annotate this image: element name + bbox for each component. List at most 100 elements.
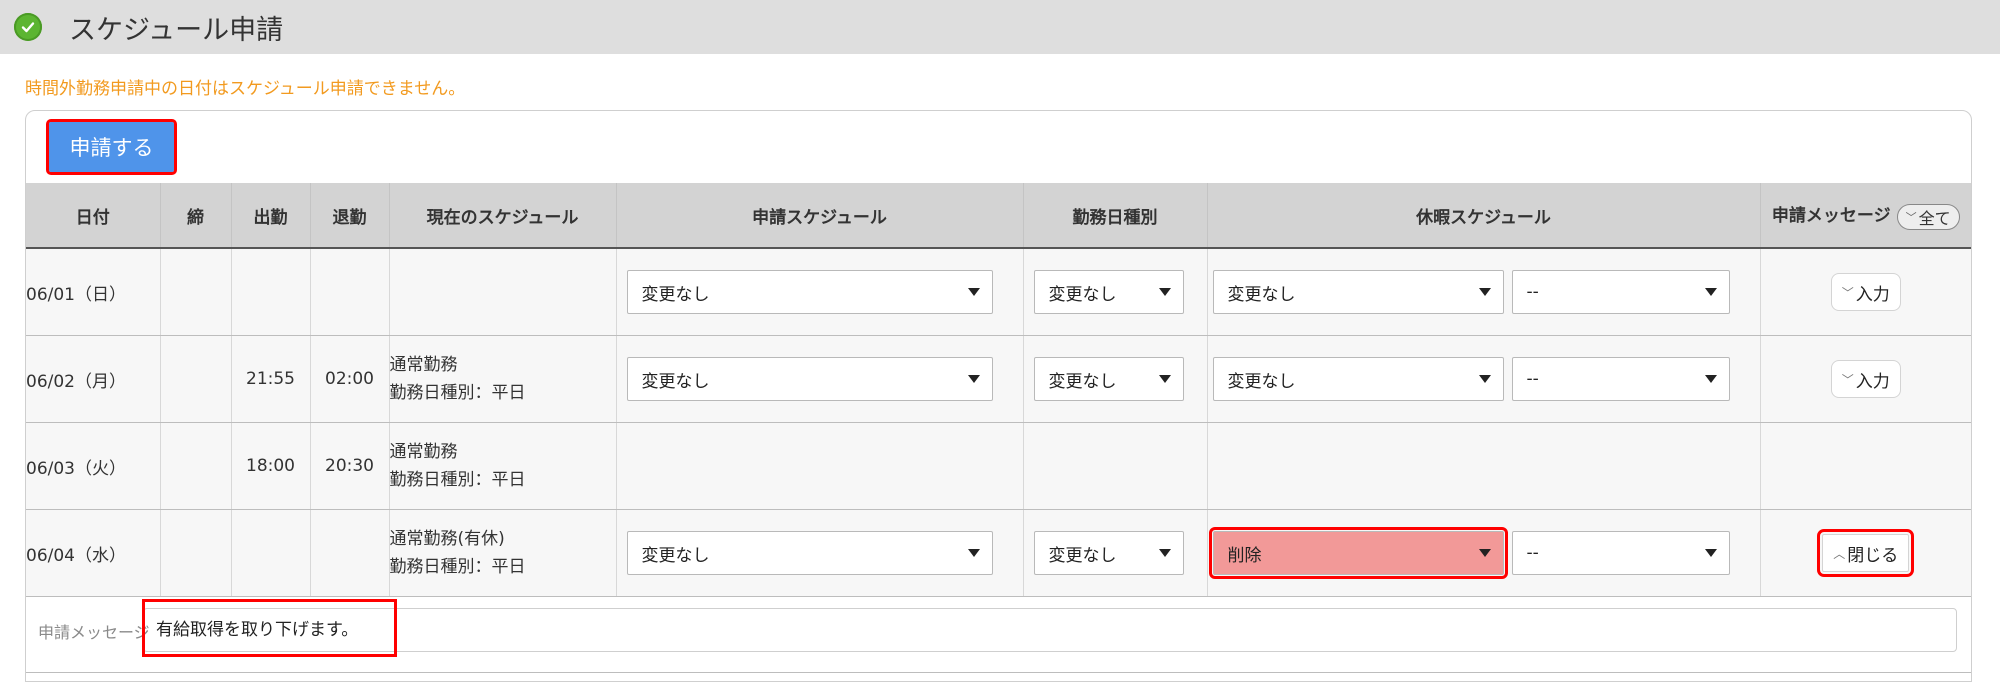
message-input-button[interactable]: ﹀ 入力: [1830, 273, 1901, 311]
date-cell: 06/01（日）: [26, 248, 160, 336]
message-button-label: 入力: [1855, 284, 1890, 305]
leave-schedule-select[interactable]: 変更なし: [1212, 357, 1504, 401]
leave-schedule-cell: 削除 --: [1206, 509, 1760, 597]
warning-notice: 時間外勤務申請中の日付はスケジュール申請できません。: [25, 79, 466, 99]
dropdown-caret-icon: [1478, 288, 1491, 296]
col-header-date: 日付: [26, 183, 160, 249]
col-header-close: 締: [159, 183, 231, 249]
col-header-daytype: 勤務日種別: [1022, 183, 1207, 249]
table-row: 06/01（日） 変更なし 変更なし 変更なし -- ﹀ 入力: [26, 248, 1971, 336]
select-value: 変更なし: [1227, 284, 1296, 305]
dropdown-caret-icon: [1704, 549, 1717, 557]
leave-sub-select[interactable]: --: [1511, 357, 1730, 401]
current-schedule-cell: 通常勤務 勤務日種別：平日: [388, 335, 616, 423]
daytype-select[interactable]: 変更なし: [1033, 531, 1184, 575]
message-cell: ﹀ 入力: [1759, 248, 1971, 336]
col-header-current: 現在のスケジュール: [388, 183, 616, 249]
dropdown-caret-icon: [1158, 288, 1171, 296]
select-value: 変更なし: [1048, 284, 1117, 305]
message-input[interactable]: 有給取得を取り下げます。: [143, 608, 1957, 652]
schedule-table: 日付 締 出勤 退勤 現在のスケジュール 申請スケジュール 勤務日種別 休暇スケ…: [26, 183, 1971, 597]
out-cell: 20:30: [309, 422, 389, 510]
out-cell: [309, 248, 389, 336]
current-schedule-cell: 通常勤務(有休) 勤務日種別：平日: [388, 509, 616, 597]
close-cell: [159, 248, 231, 336]
requested-schedule-cell: 変更なし: [615, 335, 1023, 423]
close-cell: [159, 335, 231, 423]
dropdown-caret-icon: [1478, 375, 1491, 383]
chevron-down-icon: ﹀: [1841, 285, 1854, 300]
dropdown-caret-icon: [1704, 288, 1717, 296]
message-row: 申請メッセージ 有給取得を取り下げます。: [26, 592, 1971, 673]
close-cell: [159, 422, 231, 510]
toggle-all-messages[interactable]: ﹀ 全て: [1896, 203, 1960, 230]
dropdown-caret-icon: [967, 375, 980, 383]
leave-sub-select[interactable]: --: [1511, 270, 1730, 314]
select-value: 変更なし: [641, 371, 710, 392]
current-schedule-cell: [388, 248, 616, 336]
in-cell: [230, 248, 310, 336]
toggle-all-label: 全て: [1918, 208, 1951, 228]
dropdown-caret-icon: [1478, 549, 1491, 557]
daytype-cell: 変更なし: [1022, 509, 1207, 597]
dropdown-caret-icon: [1158, 549, 1171, 557]
in-cell: 21:55: [230, 335, 310, 423]
requested-schedule-select[interactable]: 変更なし: [626, 357, 993, 401]
leave-schedule-select[interactable]: 変更なし: [1212, 270, 1504, 314]
dropdown-caret-icon: [1704, 375, 1717, 383]
date-cell: 06/04（水）: [26, 509, 160, 597]
select-value: 変更なし: [641, 545, 710, 566]
current-schedule-daytype: 勤務日種別：平日: [389, 383, 526, 403]
message-close-button[interactable]: ︿ 閉じる: [1817, 529, 1915, 577]
in-cell: [230, 509, 310, 597]
requested-schedule-cell: 変更なし: [615, 248, 1023, 336]
current-schedule-type: 通常勤務: [389, 442, 458, 462]
select-value: --: [1526, 369, 1539, 389]
select-value: --: [1526, 282, 1539, 302]
daytype-cell: [1022, 422, 1207, 510]
col-header-message: 申請メッセージ ﹀ 全て: [1759, 183, 1971, 249]
leave-schedule-cell: [1206, 422, 1760, 510]
page-header: スケジュール申請: [0, 0, 2000, 54]
requested-schedule-cell: [615, 422, 1023, 510]
col-header-leave: 休暇スケジュール: [1206, 183, 1760, 249]
leave-schedule-cell: 変更なし --: [1206, 335, 1760, 423]
date-cell: 06/03（火）: [26, 422, 160, 510]
dropdown-caret-icon: [967, 288, 980, 296]
leave-sub-select[interactable]: --: [1511, 531, 1730, 575]
daytype-cell: 変更なし: [1022, 248, 1207, 336]
col-header-requested: 申請スケジュール: [615, 183, 1023, 249]
col-header-out: 退勤: [309, 183, 389, 249]
apply-button[interactable]: 申請する: [46, 119, 177, 175]
message-cell: ︿ 閉じる: [1759, 509, 1971, 597]
col-header-message-label: 申請メッセージ: [1771, 205, 1891, 226]
requested-schedule-cell: 変更なし: [615, 509, 1023, 597]
col-header-in: 出勤: [230, 183, 310, 249]
leave-schedule-cell: 変更なし --: [1206, 248, 1760, 336]
out-cell: [309, 509, 389, 597]
select-value: 変更なし: [1048, 545, 1117, 566]
check-circle-icon: [14, 13, 42, 41]
select-value: 変更なし: [1227, 371, 1296, 392]
message-button-label: 入力: [1855, 371, 1890, 392]
chevron-down-icon: ﹀: [1905, 210, 1917, 224]
current-schedule-daytype: 勤務日種別：平日: [389, 557, 526, 577]
select-value: --: [1526, 543, 1539, 563]
requested-schedule-select[interactable]: 変更なし: [626, 270, 993, 314]
requested-schedule-select[interactable]: 変更なし: [626, 531, 993, 575]
chevron-down-icon: ﹀: [1841, 372, 1854, 387]
daytype-cell: 変更なし: [1022, 335, 1207, 423]
message-button-label: 閉じる: [1847, 545, 1899, 566]
message-input-button[interactable]: ﹀ 入力: [1830, 360, 1901, 398]
current-schedule-daytype: 勤務日種別：平日: [389, 470, 526, 490]
schedule-panel: 申請する 日付 締 出勤 退勤 現在のスケジュール 申請スケジュール 勤務日種別…: [25, 110, 1972, 682]
table-header-row: 日付 締 出勤 退勤 現在のスケジュール 申請スケジュール 勤務日種別 休暇スケ…: [26, 183, 1971, 249]
select-value: 削除: [1227, 545, 1262, 566]
chevron-up-icon: ︿: [1833, 546, 1846, 561]
daytype-select[interactable]: 変更なし: [1033, 357, 1184, 401]
close-cell: [159, 509, 231, 597]
leave-schedule-select[interactable]: 削除: [1208, 527, 1508, 579]
daytype-select[interactable]: 変更なし: [1033, 270, 1184, 314]
dropdown-caret-icon: [967, 549, 980, 557]
current-schedule-type: 通常勤務(有休): [389, 529, 505, 549]
